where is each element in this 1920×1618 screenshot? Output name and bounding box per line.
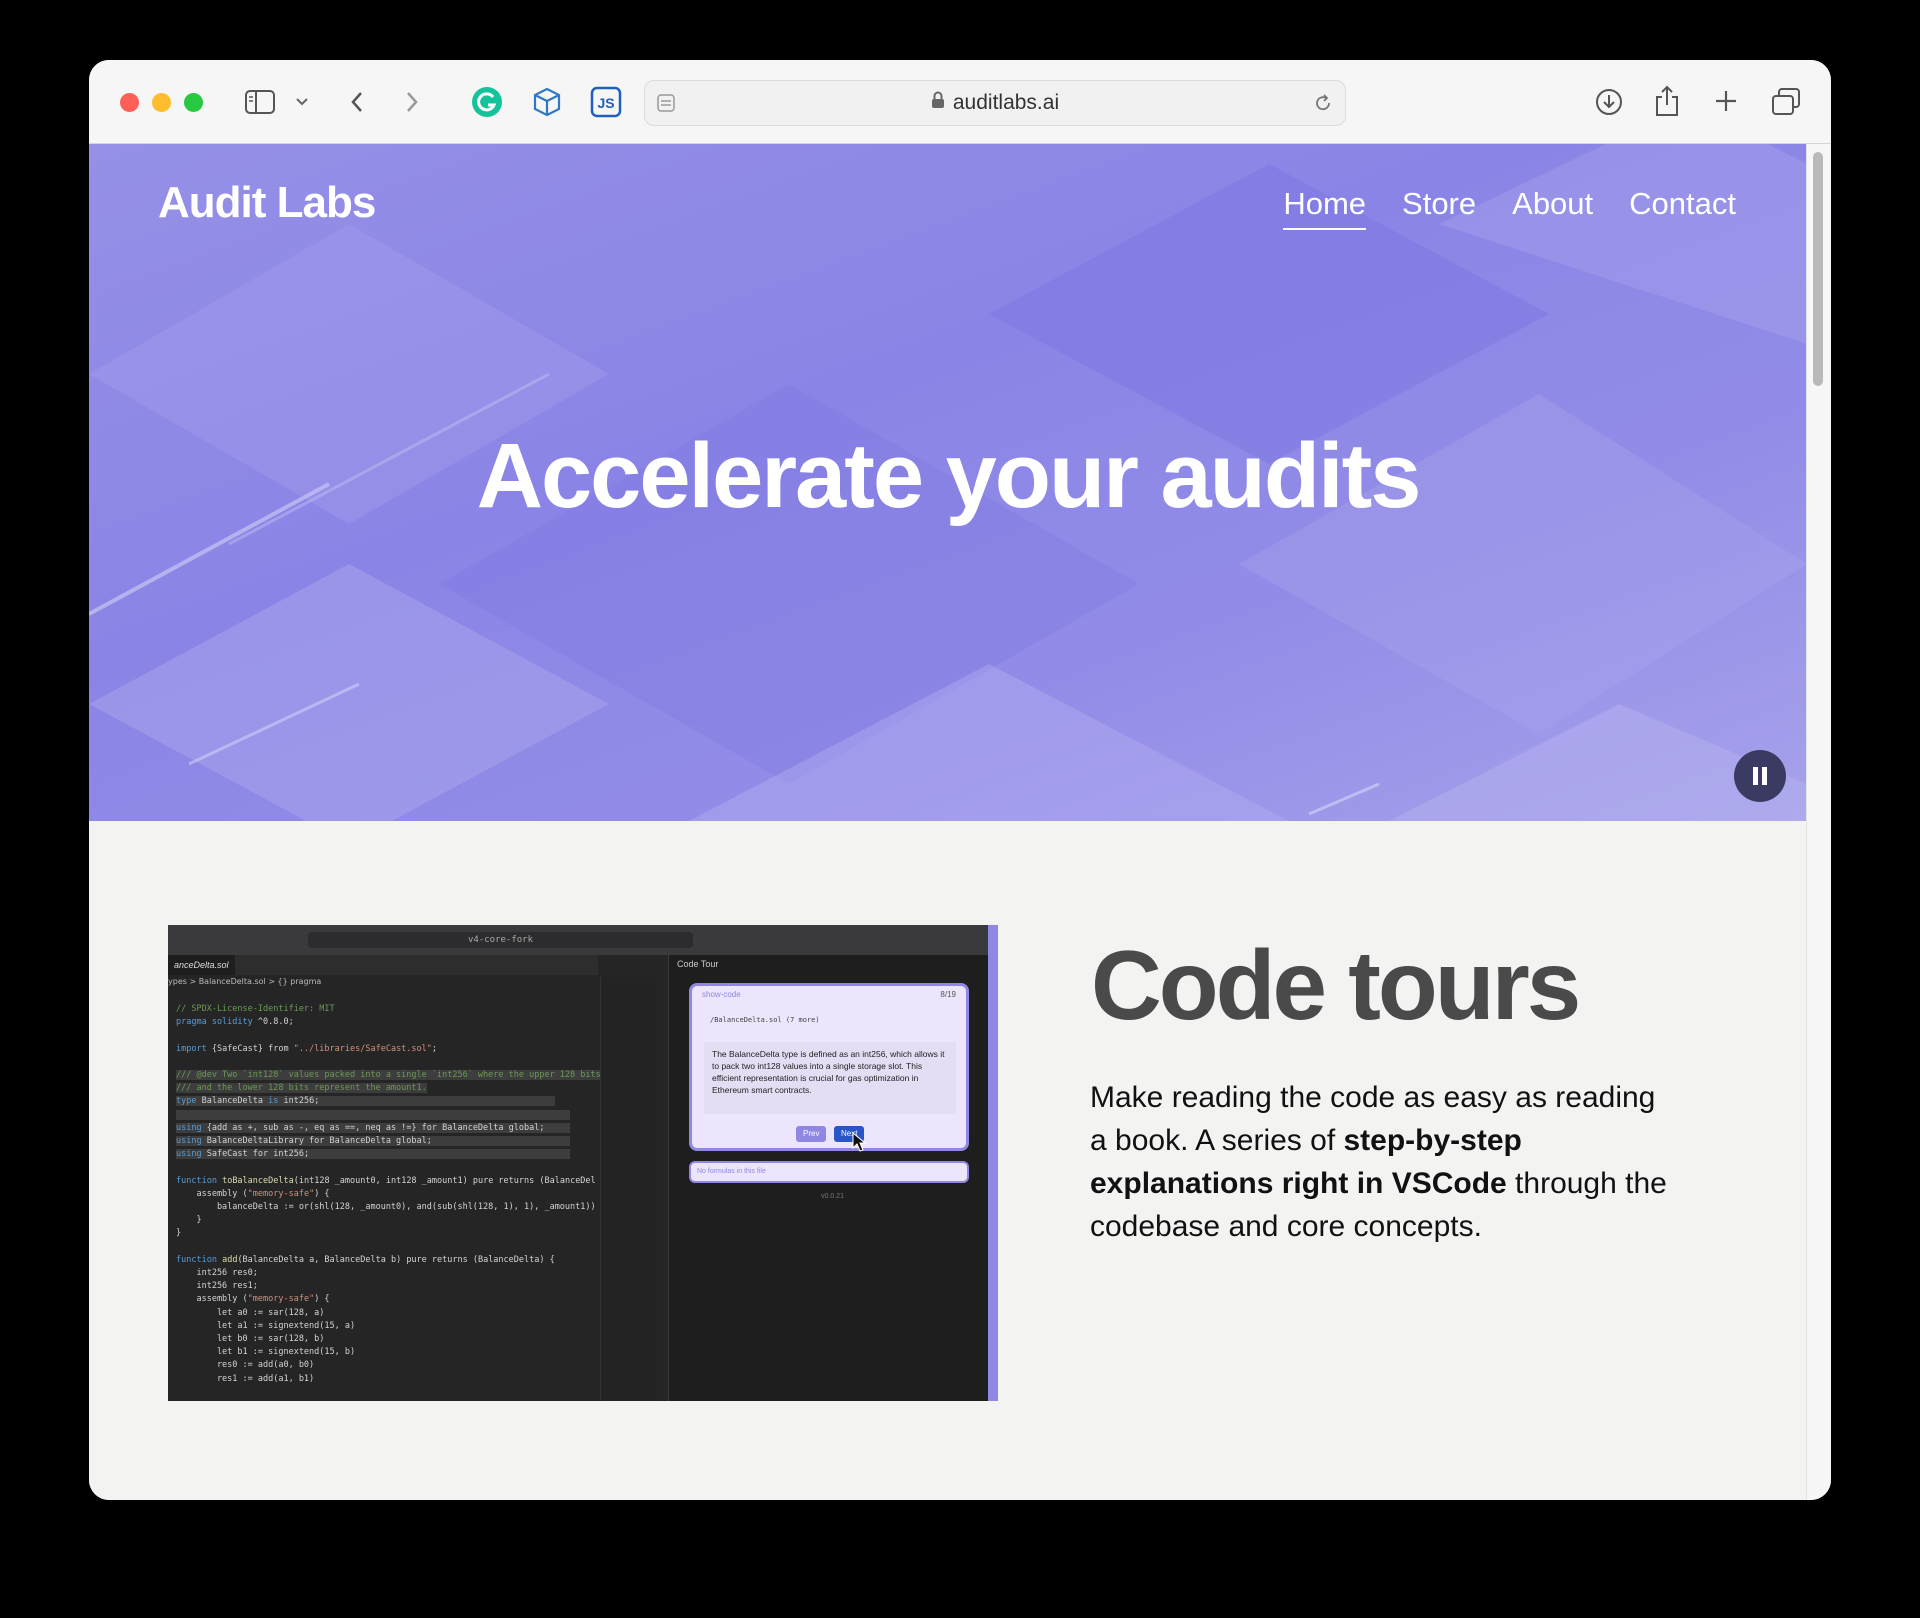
cube-extension-icon[interactable]	[530, 85, 564, 119]
cursor-icon	[852, 1131, 867, 1157]
code-listing: // SPDX-License-Identifier: MIT pragma s…	[176, 1004, 601, 1384]
nav-home[interactable]: Home	[1283, 186, 1367, 230]
code-tour-screenshot: v4-core-fork anceDelta.sol ypes > Balanc…	[168, 925, 998, 1401]
pause-icon-bar	[1762, 767, 1767, 785]
svg-text:JS: JS	[597, 95, 614, 111]
nav-about[interactable]: About	[1512, 186, 1593, 230]
editor-file-tab: anceDelta.sol	[168, 955, 235, 975]
feature-description: Make reading the code as easy as reading…	[1090, 1076, 1680, 1248]
forward-icon[interactable]	[399, 87, 425, 117]
tour-header: show-code	[702, 990, 741, 999]
url-text: auditlabs.ai	[952, 91, 1060, 114]
tab-overview-icon[interactable]	[1769, 85, 1803, 119]
tour-card: show-code 8/19 /BalanceDelta.sol (7 more…	[689, 983, 969, 1152]
reload-icon[interactable]	[1311, 91, 1335, 115]
editor-breadcrumb: ypes > BalanceDelta.sol > {} pragma	[168, 977, 322, 986]
pause-button[interactable]	[1734, 750, 1786, 802]
editor-minimap	[600, 977, 656, 1401]
grammarly-icon[interactable]	[470, 85, 504, 119]
sidebar-icon[interactable]	[244, 87, 276, 117]
tour-explanation: The BalanceDelta type is defined as an i…	[704, 1042, 956, 1114]
editor-search: v4-core-fork	[308, 932, 693, 948]
tour-file: /BalanceDelta.sol (7 more)	[710, 1016, 820, 1024]
page-scrollbar[interactable]	[1806, 144, 1831, 1500]
feature-title: Code tours	[1091, 930, 1581, 1040]
back-icon[interactable]	[344, 87, 370, 117]
new-tab-icon[interactable]	[1710, 85, 1742, 117]
tour-step-count: 8/19	[940, 990, 956, 999]
main-nav: Home Store About Contact	[1283, 186, 1736, 230]
js-extension-icon[interactable]: JS	[589, 85, 623, 119]
share-icon[interactable]	[1651, 83, 1683, 119]
zoom-window-button[interactable]	[184, 93, 203, 112]
browser-window: JS auditlabs.ai Audit Labs Home Store Ab…	[89, 60, 1831, 1500]
nav-contact[interactable]: Contact	[1629, 186, 1736, 230]
site-logo[interactable]: Audit Labs	[158, 178, 376, 228]
code-tour-tab: Code Tour	[677, 959, 719, 969]
editor-titlebar: v4-core-fork	[168, 925, 988, 955]
tour-input: No formulas in this file	[689, 1161, 969, 1183]
hero-title: Accelerate your audits	[476, 425, 1422, 527]
browser-toolbar: JS auditlabs.ai	[89, 60, 1831, 144]
code-tour-panel: Code Tour show-code 8/19 /BalanceDelta.s…	[668, 955, 988, 1401]
hero-section: Audit Labs Home Store About Contact Acce…	[89, 144, 1807, 821]
nav-store[interactable]: Store	[1402, 186, 1476, 230]
pause-icon	[1753, 767, 1758, 785]
url-display[interactable]: auditlabs.ai	[645, 81, 1345, 125]
download-icon[interactable]	[1592, 85, 1626, 119]
address-bar[interactable]: auditlabs.ai	[644, 80, 1346, 126]
chevron-down-icon[interactable]	[294, 92, 310, 112]
tour-version: v0.0.21	[821, 1193, 844, 1200]
minimize-window-button[interactable]	[152, 93, 171, 112]
close-window-button[interactable]	[120, 93, 139, 112]
web-page: Audit Labs Home Store About Contact Acce…	[89, 144, 1807, 1500]
editor-tabs: anceDelta.sol	[168, 955, 598, 975]
scrollbar-thumb[interactable]	[1813, 152, 1823, 386]
lock-icon	[931, 81, 945, 125]
tour-prev-button: Prev	[796, 1126, 827, 1142]
